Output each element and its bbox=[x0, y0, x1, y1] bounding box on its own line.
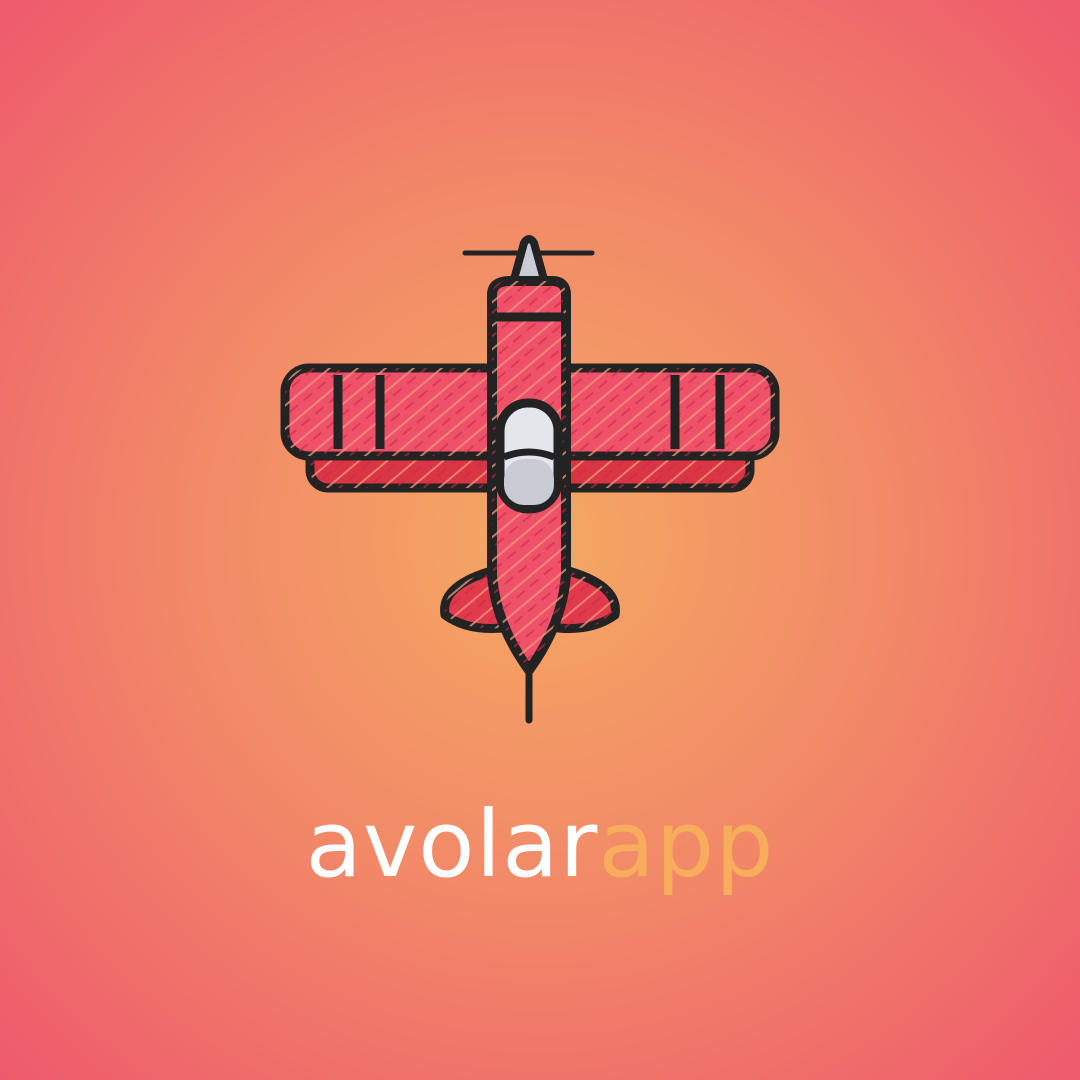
wordmark-primary-text: avolar bbox=[305, 791, 599, 898]
splash-screen: avolarapp bbox=[0, 0, 1080, 1080]
biplane-icon bbox=[280, 235, 780, 724]
brand-wordmark: avolarapp bbox=[0, 785, 1080, 905]
wordmark-accent-text: app bbox=[598, 791, 775, 898]
